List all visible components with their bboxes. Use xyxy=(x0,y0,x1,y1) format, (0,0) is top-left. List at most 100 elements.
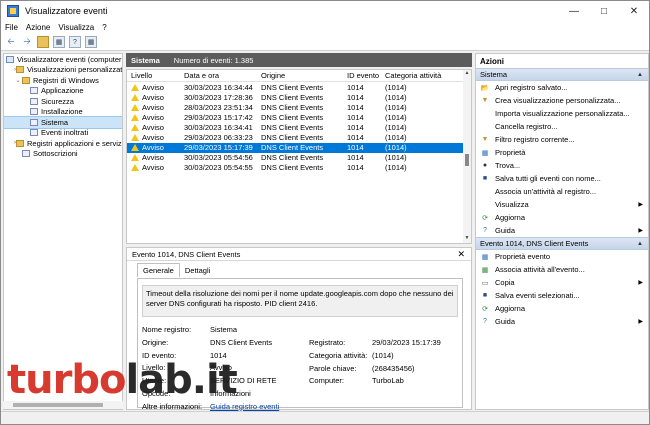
event-row[interactable]: Avviso 28/03/2023 23:51:34 DNS Client Even… xyxy=(127,102,471,112)
tree-item[interactable]: Eventi inoltrati xyxy=(4,128,122,139)
tree-item[interactable]: Visualizzatore eventi (computer l xyxy=(4,54,122,65)
actions-pane: Azioni Sistema ▲ 📂 Apri registro salvato.… xyxy=(475,53,649,410)
tree-item[interactable]: Installazione xyxy=(4,107,122,118)
event-source: DNS Client Events xyxy=(261,153,324,163)
action-item[interactable]: ▦ Proprietà evento xyxy=(476,250,648,263)
console-tree-icon[interactable]: ▦ xyxy=(53,36,65,48)
close-button[interactable]: ✕ xyxy=(619,1,649,21)
field-label: Registrato: xyxy=(309,338,346,347)
actions-section-sistema[interactable]: Sistema ▲ xyxy=(476,68,648,81)
event-id: 1014 xyxy=(347,133,364,143)
close-detail-icon[interactable]: ✕ xyxy=(457,249,465,260)
back-arrow-icon[interactable]: 🡠 xyxy=(5,36,17,48)
tree-item-label: Registri di Windows xyxy=(33,75,99,85)
event-list-scrollbar[interactable]: ▲ ▼ xyxy=(463,70,471,243)
tree-item[interactable]: › Visualizzazioni personalizzate xyxy=(4,65,122,76)
action-item[interactable]: ▼ Filtro registro corrente... xyxy=(476,133,648,146)
event-row[interactable]: Avviso 29/03/2023 15:17:39 DNS Client Even… xyxy=(127,142,471,153)
tree-item[interactable]: › Registri applicazioni e servizi xyxy=(4,138,122,149)
column-id-evento[interactable]: ID evento xyxy=(347,71,385,80)
column-livello[interactable]: Livello xyxy=(127,71,184,80)
submenu-arrow-icon: ▶ xyxy=(638,228,643,234)
scroll-thumb[interactable] xyxy=(465,154,469,166)
window-title: Visualizzatore eventi xyxy=(25,6,108,16)
folder-icon[interactable] xyxy=(37,36,49,48)
scroll-down-icon[interactable]: ▼ xyxy=(463,235,471,243)
tree-item-label: Applicazione xyxy=(41,86,84,96)
action-item[interactable]: ⟳ Aggiorna xyxy=(476,211,648,224)
help-link[interactable]: Guida registro eventi xyxy=(210,402,279,411)
event-source: DNS Client Events xyxy=(261,163,324,173)
action-item[interactable]: Associa un'attività al registro... xyxy=(476,185,648,198)
log-header: Sistema Numero di eventi: 1.385 xyxy=(126,53,472,67)
save-icon: ■ xyxy=(482,175,488,182)
event-row[interactable]: Avviso 30/03/2023 16:34:44 DNS Client Even… xyxy=(127,82,471,92)
folder-icon xyxy=(16,139,24,147)
action-label: Guida xyxy=(495,226,516,235)
event-message: Timeout della risoluzione dei nomi per i… xyxy=(142,285,458,317)
tree-item[interactable]: Sottoscrizioni xyxy=(4,149,122,160)
forward-arrow-icon[interactable]: 🡢 xyxy=(21,36,33,48)
help-icon[interactable]: ? xyxy=(69,36,81,48)
scroll-up-icon[interactable]: ▲ xyxy=(463,70,471,78)
action-item[interactable]: ▦ Proprietà xyxy=(476,146,648,159)
event-row[interactable]: Avviso 30/03/2023 16:34:41 DNS Client Even… xyxy=(127,122,471,132)
action-item[interactable]: ■ Salva tutti gli eventi con nome... xyxy=(476,172,648,185)
expand-chevron-icon[interactable]: ⌄ xyxy=(14,77,22,84)
action-item[interactable]: ▦ Associa attività all'evento... xyxy=(476,263,648,276)
action-label: Filtro registro corrente... xyxy=(495,135,575,144)
event-row[interactable]: Avviso 29/03/2023 06:33:23 DNS Client Even… xyxy=(127,132,471,142)
action-item[interactable]: Importa visualizzazione personalizzata..… xyxy=(476,107,648,120)
warning-icon xyxy=(131,123,139,131)
collapse-icon[interactable]: ▲ xyxy=(637,72,643,78)
event-row[interactable]: Avviso 30/03/2023 05:54:55 DNS Client Even… xyxy=(127,163,471,173)
tree-item[interactable]: Sistema xyxy=(4,116,122,129)
title-bar: Visualizzatore eventi — □ ✕ xyxy=(1,1,649,21)
action-item[interactable]: ▭ Copia ▶ xyxy=(476,276,648,289)
column-categoria[interactable]: Categoria attività xyxy=(385,71,455,80)
action-item[interactable]: ? Guida ▶ xyxy=(476,315,648,328)
action-item[interactable]: Cancella registro... xyxy=(476,120,648,133)
event-viewer-window: Visualizzatore eventi — □ ✕ File Azione … xyxy=(0,0,650,425)
collapse-icon[interactable]: ▲ xyxy=(637,241,643,247)
action-item[interactable]: ? Guida ▶ xyxy=(476,224,648,237)
warning-icon xyxy=(131,83,139,91)
action-item[interactable]: ■ Salva eventi selezionati... xyxy=(476,289,648,302)
event-date: 30/03/2023 16:34:41 xyxy=(184,122,253,132)
action-item[interactable]: ▼ Crea visualizzazione personalizzata... xyxy=(476,94,648,107)
tree-item[interactable]: Applicazione xyxy=(4,86,122,97)
event-row[interactable]: Avviso 29/03/2023 15:17:42 DNS Client Even… xyxy=(127,112,471,122)
action-pane-icon[interactable]: ▦ xyxy=(85,36,97,48)
actions-section-sistema-label: Sistema xyxy=(480,70,508,79)
action-item[interactable]: ⟳ Aggiorna xyxy=(476,302,648,315)
actions-title: Azioni xyxy=(480,56,504,66)
menu-help[interactable]: ? xyxy=(102,23,106,32)
log-icon xyxy=(30,118,38,126)
menu-azione[interactable]: Azione xyxy=(26,23,50,32)
event-row[interactable]: Avviso 30/03/2023 05:54:56 DNS Client Even… xyxy=(127,153,471,163)
tab-generale[interactable]: Generale xyxy=(137,263,180,277)
field-label: Computer: xyxy=(309,376,345,386)
event-id: 1014 xyxy=(347,122,364,132)
tree-item[interactable]: Sicurezza xyxy=(4,96,122,107)
menu-file[interactable]: File xyxy=(5,23,18,32)
column-data-ora[interactable]: Data e ora xyxy=(184,71,261,80)
minimize-button[interactable]: — xyxy=(559,1,589,21)
event-category: (1014) xyxy=(385,92,407,102)
maximize-button[interactable]: □ xyxy=(589,1,619,21)
actions-section-evento[interactable]: Evento 1014, DNS Client Events ▲ xyxy=(476,237,648,250)
menu-visualizza[interactable]: Visualizza xyxy=(58,23,94,32)
log-icon xyxy=(30,129,38,137)
event-source: DNS Client Events xyxy=(261,92,324,102)
column-origine[interactable]: Origine xyxy=(261,71,347,80)
action-item[interactable]: ● Trova... xyxy=(476,159,648,172)
event-category: (1014) xyxy=(385,153,407,163)
action-item[interactable]: 📂 Apri registro salvato... xyxy=(476,81,648,94)
turbolab-watermark: turbolab.it xyxy=(7,357,238,403)
tab-dettagli[interactable]: Dettagli xyxy=(180,264,215,277)
field-value: Sistema xyxy=(210,325,238,334)
event-row[interactable]: Avviso 30/03/2023 17:28:36 DNS Client Even… xyxy=(127,92,471,102)
action-item[interactable]: Visualizza ▶ xyxy=(476,198,648,211)
tree-item[interactable]: ⌄ Registri di Windows xyxy=(4,75,122,86)
event-date: 29/03/2023 15:17:39 xyxy=(184,143,253,153)
